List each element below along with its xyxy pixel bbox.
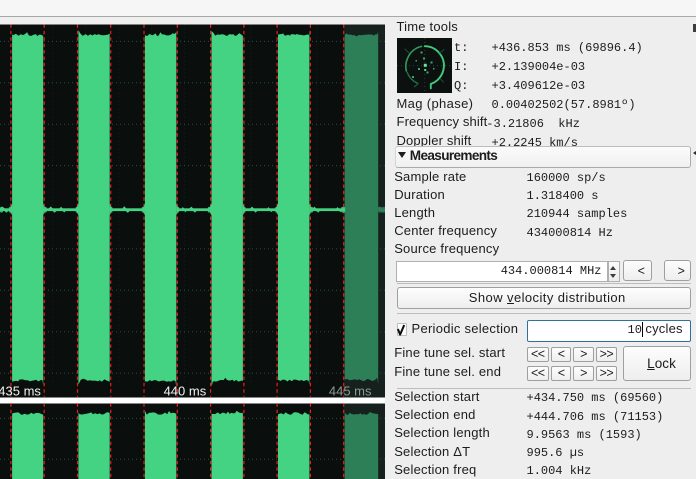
svg-text:440 ms: 440 ms	[164, 384, 207, 399]
svg-text:445 ms: 445 ms	[329, 384, 372, 399]
svg-text:435 ms: 435 ms	[0, 384, 41, 399]
